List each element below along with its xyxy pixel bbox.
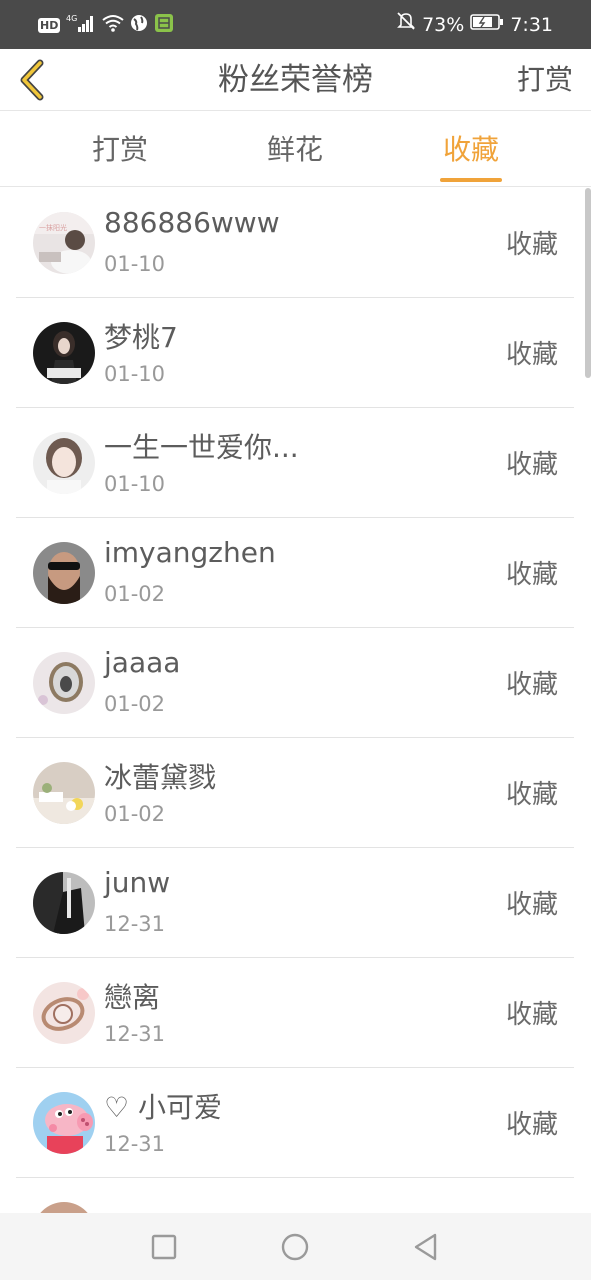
action-label: 收藏 <box>505 670 558 700</box>
avatar <box>33 432 95 494</box>
user-date: 12-31 <box>104 1132 166 1156</box>
wifi-icon <box>102 14 124 36</box>
avatar <box>33 762 95 824</box>
list-item[interactable]: 一抹阳光 886886www 01-10 收藏 <box>16 188 574 298</box>
list-item[interactable]: jaaaa 01-02 收藏 <box>16 628 574 738</box>
action-label: 收藏 <box>505 560 558 590</box>
svg-text:一抹阳光: 一抹阳光 <box>39 223 67 232</box>
status-left: HD 4G <box>38 12 174 38</box>
user-date: 01-02 <box>104 692 166 716</box>
user-date: 12-31 <box>104 1022 166 1046</box>
user-name: imyangzhen <box>104 536 276 569</box>
system-nav-bar <box>0 1213 591 1280</box>
user-date: 01-10 <box>104 362 166 386</box>
top-bar: 粉丝荣誉榜 打赏 <box>0 49 591 111</box>
square-icon <box>151 1234 177 1260</box>
list-item[interactable]: 梦桃7 01-10 收藏 <box>16 298 574 408</box>
list-item-partial[interactable] <box>16 1178 574 1213</box>
avatar <box>33 542 95 604</box>
tab-favorites[interactable]: 收藏 <box>411 112 531 187</box>
tab-bar: 打赏 鲜花 收藏 <box>0 112 591 187</box>
action-label: 收藏 <box>505 1110 558 1140</box>
back-chevron-icon <box>20 59 44 101</box>
active-tab-indicator <box>440 178 502 182</box>
back-button[interactable] <box>12 55 52 105</box>
mute-icon <box>396 10 416 40</box>
user-date: 01-10 <box>104 472 166 496</box>
user-date: 01-02 <box>104 582 166 606</box>
signal-icon: 4G <box>66 13 96 37</box>
tab-flowers[interactable]: 鲜花 <box>235 112 355 187</box>
list-item[interactable]: junw 12-31 收藏 <box>16 848 574 958</box>
status-right: 73% 7:31 <box>396 10 553 40</box>
scrollbar[interactable] <box>585 188 591 378</box>
user-name: junw <box>104 866 171 899</box>
hd-badge: HD <box>38 17 61 33</box>
tab-reward[interactable]: 打赏 <box>60 112 180 187</box>
avatar <box>33 1092 95 1154</box>
triangle-back-icon <box>414 1233 437 1261</box>
action-label: 收藏 <box>505 230 558 260</box>
status-bar: HD 4G 73% 7:31 <box>0 0 591 49</box>
home-button[interactable] <box>277 1229 313 1265</box>
list-item[interactable]: 冰蕾黛戮 01-02 收藏 <box>16 738 574 848</box>
action-label: 收藏 <box>505 450 558 480</box>
app-notification-icon <box>154 13 174 37</box>
action-label: 收藏 <box>505 1000 558 1030</box>
globe-icon <box>130 14 148 36</box>
action-label: 收藏 <box>505 780 558 810</box>
app-root: HD 4G 73% 7:31 粉丝荣誉榜 打赏 打赏 鲜花 收藏 一抹阳光 88… <box>0 0 591 1280</box>
avatar <box>33 1202 95 1213</box>
avatar <box>33 872 95 934</box>
user-name: 886886www <box>104 206 280 239</box>
user-name: jaaaa <box>104 646 181 679</box>
avatar <box>33 652 95 714</box>
avatar <box>33 322 95 384</box>
recents-button[interactable] <box>146 1229 182 1265</box>
user-name: 戀离 <box>104 981 161 1014</box>
user-date: 01-10 <box>104 252 166 276</box>
list-item[interactable]: 一生一世爱你... 01-10 收藏 <box>16 408 574 518</box>
list-item[interactable]: ♡ 小可爱 12-31 收藏 <box>16 1068 574 1178</box>
reward-button[interactable]: 打赏 <box>517 49 573 111</box>
clock: 7:31 <box>510 14 553 36</box>
user-date: 01-02 <box>104 802 166 826</box>
avatar: 一抹阳光 <box>33 212 95 274</box>
battery-icon <box>470 10 504 40</box>
system-back-button[interactable] <box>408 1229 444 1265</box>
list-item[interactable]: imyangzhen 01-02 收藏 <box>16 518 574 628</box>
circle-icon <box>281 1233 309 1261</box>
network-type-label: 4G <box>66 14 77 23</box>
user-name: ♡ 小可爱 <box>104 1091 223 1124</box>
user-name: 梦桃7 <box>104 321 178 354</box>
battery-percent: 73% <box>422 14 465 36</box>
avatar <box>33 982 95 1044</box>
user-name: 冰蕾黛戮 <box>104 761 217 794</box>
user-date: 12-31 <box>104 912 166 936</box>
action-label: 收藏 <box>505 890 558 920</box>
user-name: 一生一世爱你... <box>104 431 299 464</box>
list-item[interactable]: 戀离 12-31 收藏 <box>16 958 574 1068</box>
action-label: 收藏 <box>505 340 558 370</box>
page-title: 粉丝荣誉榜 <box>218 62 373 98</box>
fan-list: 一抹阳光 886886www 01-10 收藏 梦桃7 01-10 收藏 一生一… <box>16 188 574 1213</box>
